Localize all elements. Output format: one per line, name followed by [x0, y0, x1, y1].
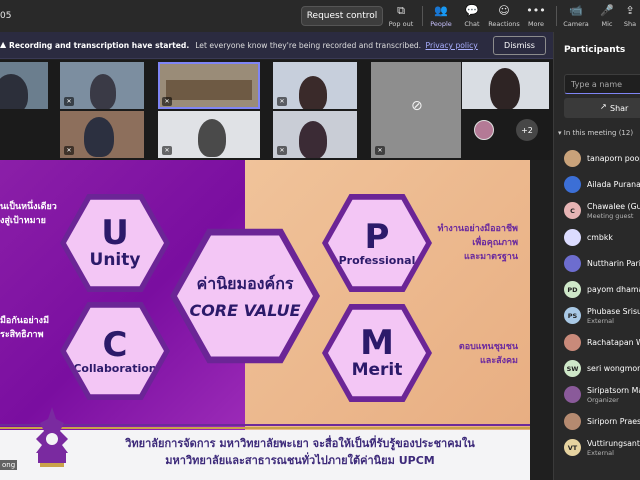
- participant-avatar: [564, 386, 581, 403]
- participant-row[interactable]: VT Vuttirungsant T External: [564, 437, 640, 459]
- people-icon: 👥: [434, 4, 448, 17]
- pop-out-icon: ⧉: [397, 3, 405, 17]
- video-tile-camera-off[interactable]: ⊘ ✕: [371, 62, 461, 158]
- more-button[interactable]: ••• More: [519, 3, 553, 31]
- more-icon: •••: [526, 4, 546, 17]
- video-tile[interactable]: ✕: [273, 111, 357, 158]
- mic-off-icon: ✕: [277, 146, 287, 155]
- mic-icon: 🎤: [600, 4, 614, 17]
- participant-avatar: PD: [564, 281, 581, 298]
- participant-avatar: [564, 229, 581, 246]
- reactions-button[interactable]: ☺ Reactions: [487, 3, 521, 31]
- share-icon: ⇪: [625, 4, 635, 17]
- mic-off-icon: ✕: [64, 97, 74, 106]
- reactions-icon: ☺: [498, 4, 510, 17]
- slide-stripe: [0, 424, 530, 426]
- mic-off-icon: ✕: [162, 97, 172, 106]
- mic-button[interactable]: 🎤 Mic: [590, 3, 624, 31]
- mic-off-icon: ✕: [162, 146, 172, 155]
- more-participants-badge[interactable]: +2: [516, 119, 538, 141]
- participant-avatar: [564, 176, 581, 193]
- share-link-icon: ↗: [600, 102, 607, 111]
- shared-screen: นเป็นหนึ่งเดียว งสู่เป้าหมาย มือกันอย่าง…: [0, 160, 553, 480]
- participant-row[interactable]: C Chawalee (Gue Meeting guest: [564, 200, 640, 222]
- participant-row[interactable]: Siripatsorn Maw Organizer: [564, 384, 640, 406]
- video-tile[interactable]: ✕: [158, 62, 260, 109]
- camera-off-icon: ⊘: [411, 98, 423, 114]
- participant-avatar: C: [564, 202, 581, 219]
- slide-gap: [530, 160, 553, 480]
- people-button[interactable]: 👥 People: [424, 3, 458, 34]
- panel-title: Participants: [564, 45, 626, 55]
- toolbar-divider: [422, 6, 423, 26]
- participant-avatar: [564, 413, 581, 430]
- mic-off-icon: ✕: [64, 146, 74, 155]
- chat-icon: 💬: [465, 4, 479, 17]
- participant-video: [198, 119, 226, 157]
- share-invite-button[interactable]: ↗ Shar: [564, 98, 640, 118]
- slide-stripe: [0, 427, 530, 429]
- video-tile[interactable]: [0, 62, 48, 109]
- dismiss-button[interactable]: Dismiss: [493, 36, 546, 55]
- video-tile[interactable]: ✕: [60, 111, 144, 158]
- video-tile[interactable]: ✕: [60, 62, 144, 109]
- toolbar-divider: [556, 6, 557, 26]
- participant-avatar: VT: [564, 439, 581, 456]
- collaboration-description: มือกันอย่างมี ระสิทธิภาพ: [0, 316, 49, 340]
- in-meeting-section[interactable]: ▾ In this meeting (12): [558, 129, 633, 137]
- participant-video: [490, 68, 520, 109]
- participants-panel: Participants ↗ Shar ▾ In this meeting (1…: [553, 32, 640, 480]
- video-tile[interactable]: ✕: [273, 62, 357, 109]
- participant-search-input[interactable]: [564, 74, 640, 94]
- recording-banner: ▲ Recording and transcription have start…: [0, 32, 553, 59]
- participant-row[interactable]: cmbkk: [564, 227, 640, 249]
- participant-video: [90, 74, 116, 109]
- participant-avatar: SW: [564, 360, 581, 377]
- mic-off-icon: ✕: [277, 97, 287, 106]
- meeting-toolbar: 05 Request control ⧉ Pop out 👥 People 💬 …: [0, 0, 640, 34]
- video-grid: ✕ ✕ ✕ ⊘ ✕ ✕ ✕ ✕: [0, 60, 553, 160]
- university-logo: [36, 407, 68, 467]
- merit-description: ตอบแทนชุมชน และสังคม: [458, 342, 518, 366]
- participant-video: [299, 76, 327, 109]
- recording-message: Recording and transcription have started…: [9, 41, 478, 50]
- participant-row[interactable]: tanaporn poopr: [564, 148, 640, 170]
- share-button[interactable]: ⇪ Sha: [620, 3, 640, 31]
- participant-avatar: PS: [564, 307, 581, 324]
- presenter-name-tag: ong: [0, 460, 18, 470]
- participant-row[interactable]: Ailada Puranas: [564, 174, 640, 196]
- meeting-timer: 05: [0, 11, 12, 21]
- video-tile[interactable]: [462, 62, 549, 109]
- participant-avatar[interactable]: [474, 120, 494, 140]
- participant-avatar: [564, 334, 581, 351]
- pop-out-button[interactable]: ⧉ Pop out: [384, 3, 418, 31]
- warning-icon: ▲: [0, 40, 7, 49]
- privacy-policy-link[interactable]: Privacy policy: [426, 41, 478, 50]
- slide-footer-text: วิทยาลัยการจัดการ มหาวิทยาลัยพะเยา จะสื่…: [125, 437, 475, 467]
- participant-avatar: [564, 150, 581, 167]
- request-control-button[interactable]: Request control: [301, 6, 383, 26]
- participant-avatar: [564, 255, 581, 272]
- participant-video: [0, 74, 28, 109]
- unity-description: นเป็นหนึ่งเดียว งสู่เป้าหมาย: [0, 202, 57, 226]
- participant-row[interactable]: Rachatapan Wo: [564, 332, 640, 354]
- camera-button[interactable]: 📹 Camera: [559, 3, 593, 31]
- participant-row[interactable]: SW seri wongmonth: [564, 358, 640, 380]
- participant-row[interactable]: Nuttharin Pariw: [564, 253, 640, 275]
- mic-off-icon: ✕: [375, 146, 385, 155]
- meeting-room-video: [166, 80, 252, 100]
- participant-row[interactable]: PD payom dhamab: [564, 279, 640, 301]
- video-tile[interactable]: ✕: [158, 111, 260, 158]
- participant-row[interactable]: Siriporn Praesr: [564, 411, 640, 433]
- professional-description: ทำงานอย่างมืออาชีพ เพื่อคุณภาพ และมาตรฐา…: [437, 224, 518, 262]
- participant-video: [84, 117, 114, 157]
- participant-row[interactable]: PS Phubase Srisun External: [564, 305, 640, 327]
- camera-icon: 📹: [569, 4, 583, 17]
- chat-button[interactable]: 💬 Chat: [455, 3, 489, 31]
- participant-video: [299, 121, 327, 158]
